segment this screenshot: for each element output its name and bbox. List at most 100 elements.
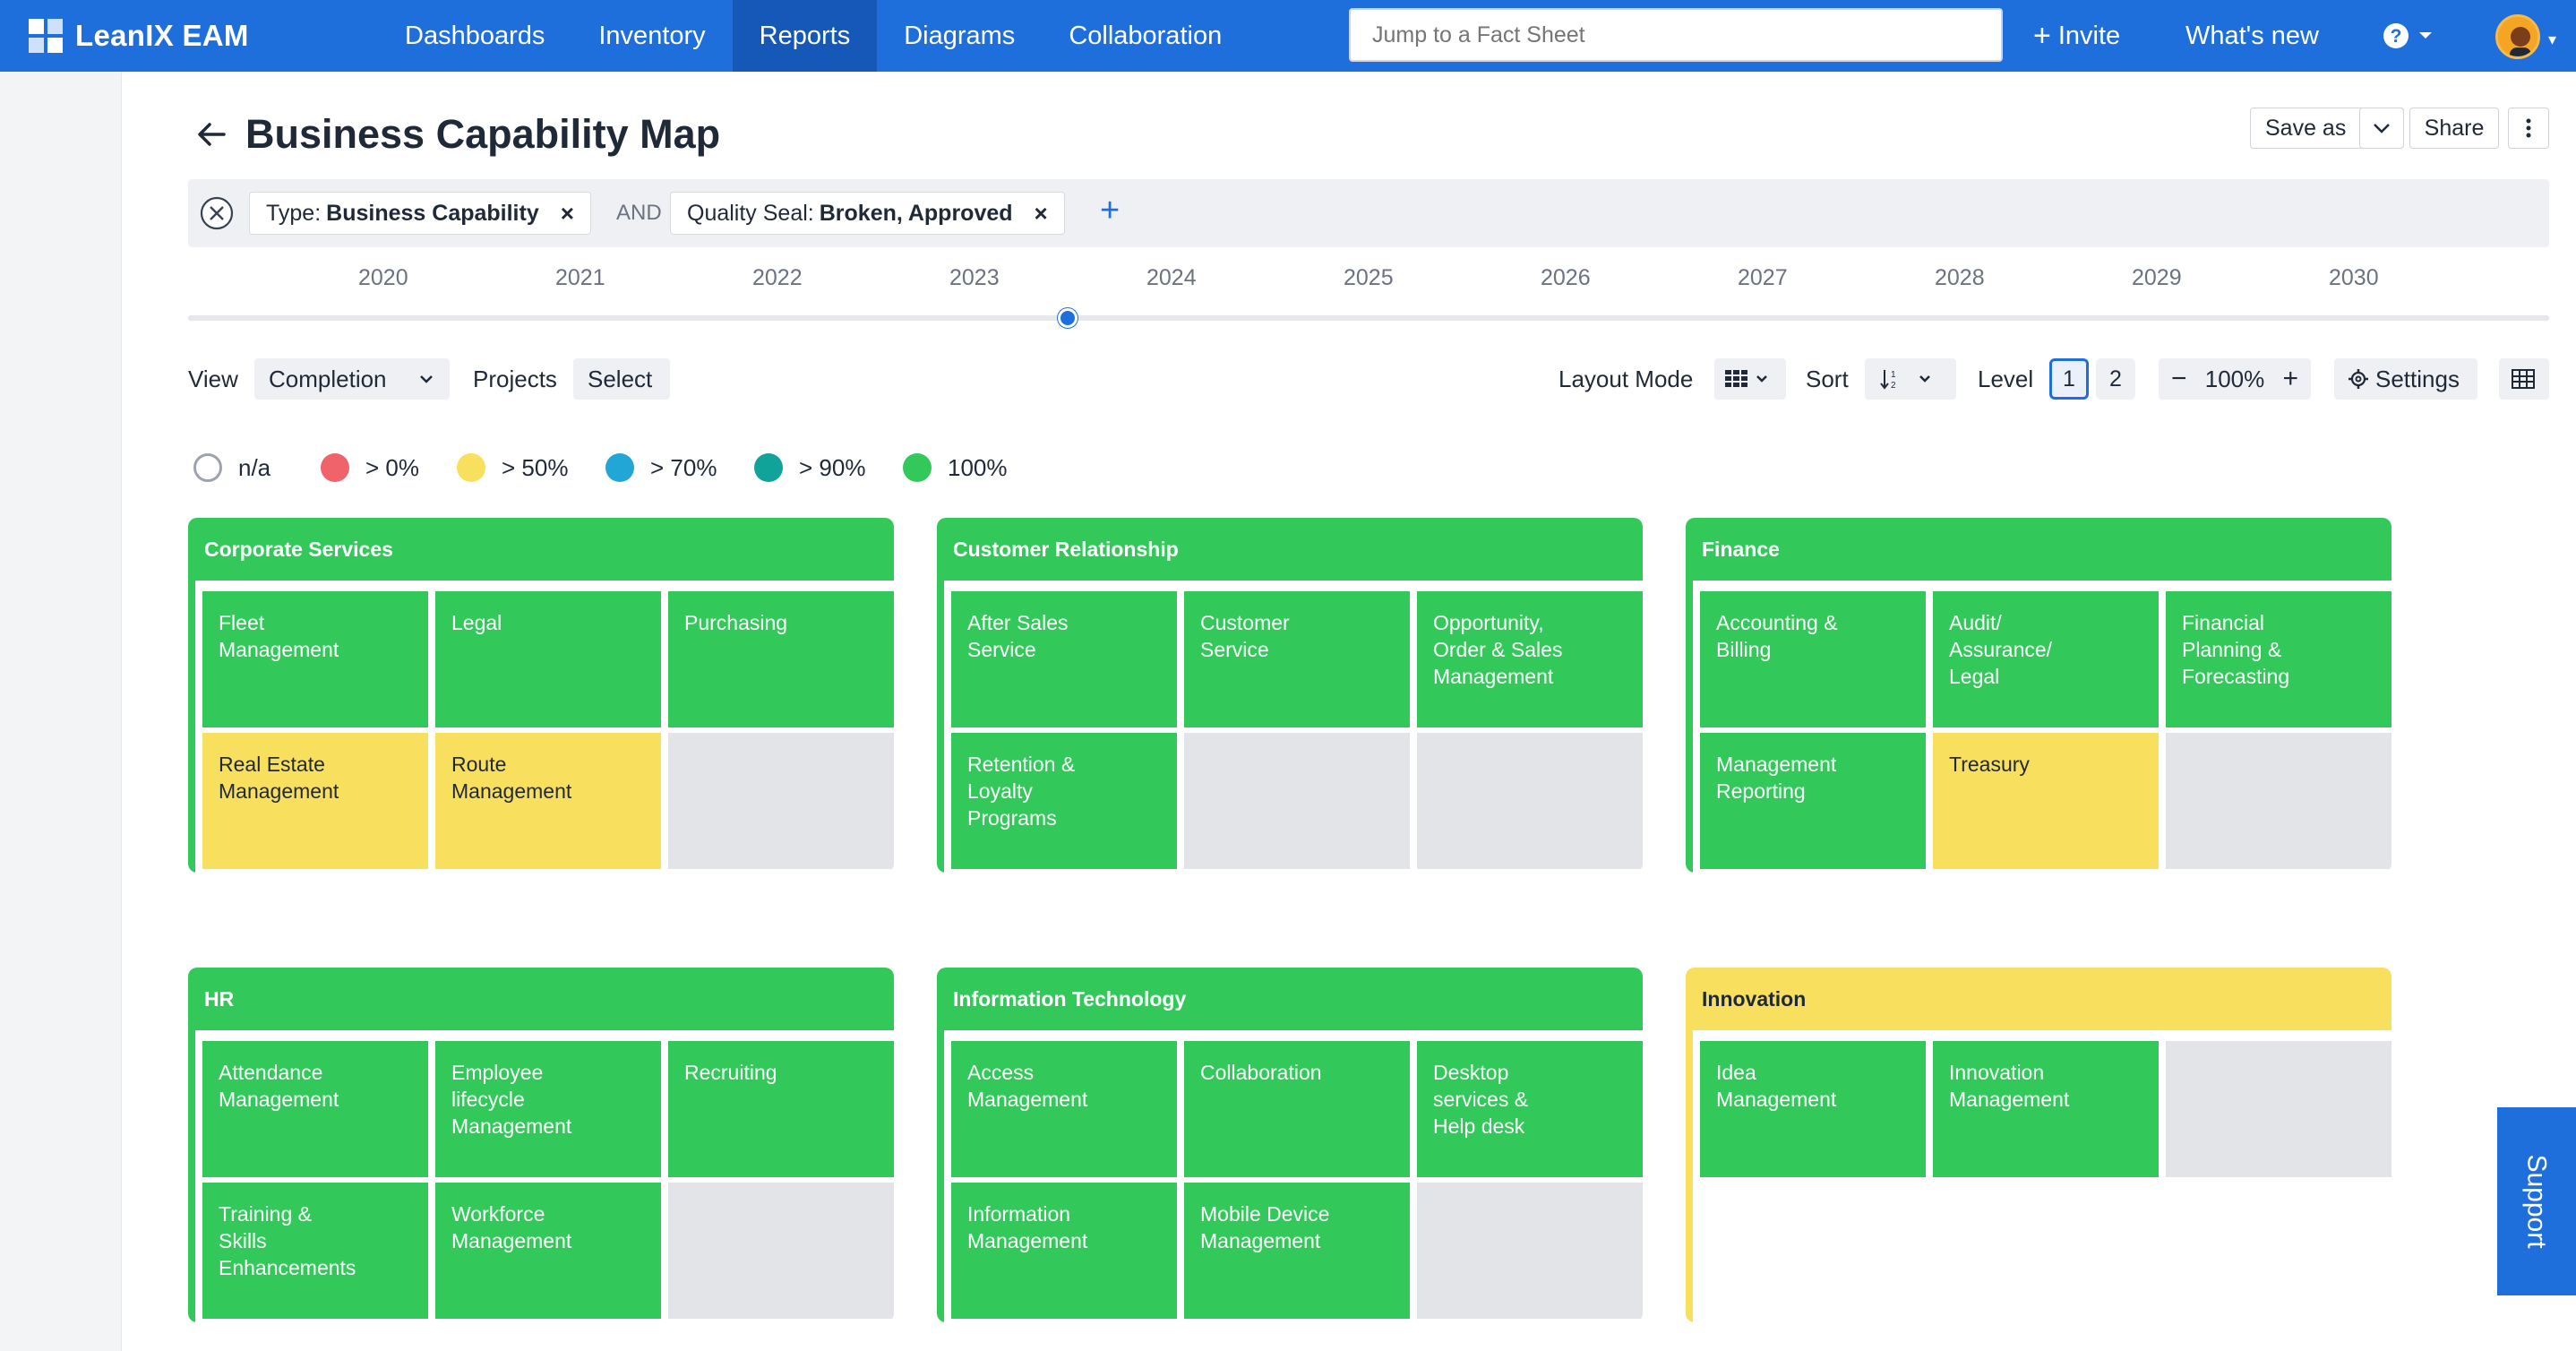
- capability-group[interactable]: Customer Relationship After Sales Service…: [937, 518, 1643, 873]
- chevron-down-icon: [1756, 375, 1767, 383]
- timeline-year[interactable]: 2020: [358, 265, 408, 291]
- timeline-handle[interactable]: [1058, 308, 1078, 328]
- legend-swatch: [193, 453, 222, 482]
- capability-group[interactable]: Innovation Idea Management Innovation Mana…: [1686, 968, 2391, 1322]
- capability-group[interactable]: HR Attendance Management Employee lifecycl…: [188, 968, 894, 1322]
- add-filter-icon[interactable]: +: [1100, 192, 1120, 230]
- view-select-value: Completion: [269, 365, 387, 392]
- nav-dashboards[interactable]: Dashboards: [378, 0, 571, 72]
- capability-cell[interactable]: Treasury: [1933, 733, 2159, 869]
- capability-cell[interactable]: After Sales Service: [951, 591, 1177, 727]
- timeline-year[interactable]: 2027: [1738, 265, 1788, 291]
- capability-cell[interactable]: Audit/ Assurance/ Legal: [1933, 591, 2159, 727]
- filter-chip-type[interactable]: Type: Business Capability ×: [249, 192, 591, 235]
- legend-item: 100%: [903, 453, 1008, 482]
- capability-cell[interactable]: Financial Planning & Forecasting: [2166, 591, 2391, 727]
- capability-group-title[interactable]: Finance: [1686, 518, 2391, 581]
- capability-cell[interactable]: Innovation Management: [1933, 1041, 2159, 1177]
- capability-cell[interactable]: Collaboration: [1184, 1041, 1410, 1177]
- level-2-button[interactable]: 2: [2096, 358, 2135, 400]
- nav-inventory[interactable]: Inventory: [571, 0, 732, 72]
- timeline-year[interactable]: 2029: [2132, 265, 2182, 291]
- capability-group[interactable]: Information Technology Access Management C…: [937, 968, 1643, 1322]
- legend-label: > 0%: [365, 453, 419, 481]
- timeline-year[interactable]: 2021: [555, 265, 605, 291]
- capability-cell[interactable]: Employee lifecycle Management: [435, 1041, 661, 1177]
- remove-filter-icon[interactable]: ×: [1035, 200, 1048, 228]
- nav-collaboration[interactable]: Collaboration: [1042, 0, 1249, 72]
- nav-reports[interactable]: Reports: [732, 0, 878, 72]
- avatar-caret-icon[interactable]: ▾: [2548, 30, 2556, 49]
- filter-chip-quality-seal[interactable]: Quality Seal: Broken, Approved ×: [670, 192, 1065, 235]
- capability-cell[interactable]: Access Management: [951, 1041, 1177, 1177]
- timeline-year[interactable]: 2024: [1146, 265, 1197, 291]
- brand[interactable]: LeanIX EAM: [29, 19, 378, 53]
- sort-label: Sort: [1806, 366, 1849, 392]
- capability-cell[interactable]: Legal: [435, 591, 661, 727]
- sort-order-icon: 12: [1880, 370, 1896, 391]
- capability-cell[interactable]: Real Estate Management: [202, 733, 428, 869]
- capability-group-title[interactable]: HR: [188, 968, 894, 1030]
- capability-group-title[interactable]: Corporate Services: [188, 518, 894, 581]
- whats-new-button[interactable]: What's new: [2185, 0, 2319, 72]
- capability-cell[interactable]: Training & Skills Enhancements: [202, 1183, 428, 1319]
- table-view-button[interactable]: [2499, 358, 2549, 400]
- capability-cell[interactable]: Customer Service: [1184, 591, 1410, 727]
- support-label: Support: [2522, 1154, 2553, 1249]
- capability-cell[interactable]: Fleet Management: [202, 591, 428, 727]
- timeline-year[interactable]: 2023: [949, 265, 1000, 291]
- capability-cell[interactable]: Idea Management: [1700, 1041, 1926, 1177]
- back-arrow-icon[interactable]: [193, 116, 229, 152]
- save-as-dropdown-button[interactable]: [2359, 108, 2404, 149]
- capability-cell[interactable]: Route Management: [435, 733, 661, 869]
- layout-mode-select[interactable]: [1714, 358, 1786, 400]
- remove-filter-icon[interactable]: ×: [561, 200, 574, 228]
- user-avatar[interactable]: [2495, 14, 2540, 59]
- capability-cell[interactable]: Retention & Loyalty Programs: [951, 733, 1177, 869]
- nav-diagrams[interactable]: Diagrams: [877, 0, 1042, 72]
- capability-group[interactable]: Corporate Services Fleet Management Legal P…: [188, 518, 894, 873]
- capability-cell[interactable]: Purchasing: [668, 591, 894, 727]
- capability-cell[interactable]: Information Management: [951, 1183, 1177, 1319]
- level-1-button[interactable]: 1: [2049, 358, 2089, 400]
- timeline-year[interactable]: 2025: [1344, 265, 1394, 291]
- capability-cell[interactable]: Attendance Management: [202, 1041, 428, 1177]
- capability-cell[interactable]: Mobile Device Management: [1184, 1183, 1410, 1319]
- view-select[interactable]: Completion: [254, 358, 450, 400]
- invite-button[interactable]: + Invite: [2033, 0, 2120, 72]
- capability-group-title[interactable]: Customer Relationship: [937, 518, 1643, 581]
- capability-cell[interactable]: Recruiting: [668, 1041, 894, 1177]
- legend-swatch: [321, 453, 349, 482]
- timeline-year[interactable]: 2026: [1541, 265, 1591, 291]
- sort-select[interactable]: 12: [1865, 358, 1956, 400]
- zoom-in-icon[interactable]: +: [2282, 364, 2298, 394]
- capability-cell[interactable]: Workforce Management: [435, 1183, 661, 1319]
- clear-filters-icon[interactable]: [199, 195, 235, 231]
- group-status-stripe: [1686, 1030, 1693, 1322]
- capability-cell[interactable]: Management Reporting: [1700, 733, 1926, 869]
- group-status-stripe: [937, 581, 944, 873]
- timeline-track[interactable]: [188, 315, 2549, 321]
- capability-group-title[interactable]: Innovation: [1686, 968, 2391, 1030]
- capability-cell[interactable]: Opportunity, Order & Sales Management: [1417, 591, 1643, 727]
- share-button[interactable]: Share: [2409, 108, 2499, 149]
- capability-cell[interactable]: Accounting & Billing: [1700, 591, 1926, 727]
- more-options-button[interactable]: [2508, 108, 2549, 149]
- timeline-year[interactable]: 2028: [1935, 265, 1985, 291]
- settings-label: Settings: [2375, 365, 2460, 392]
- help-menu-button[interactable]: ?: [2383, 0, 2433, 72]
- legend-label: > 70%: [650, 453, 717, 481]
- projects-select[interactable]: Select: [573, 358, 670, 400]
- fact-sheet-search-input[interactable]: [1349, 8, 2003, 62]
- settings-button[interactable]: Settings: [2334, 358, 2477, 400]
- capability-group-title[interactable]: Information Technology: [937, 968, 1643, 1030]
- view-label: View: [188, 366, 238, 392]
- timeline-year[interactable]: 2022: [752, 265, 803, 291]
- support-tab[interactable]: Support: [2497, 1107, 2576, 1295]
- capability-cell[interactable]: Desktop services & Help desk: [1417, 1041, 1643, 1177]
- capability-group[interactable]: Finance Accounting & Billing Audit/ Assura…: [1686, 518, 2391, 873]
- timeline-year[interactable]: 2030: [2329, 265, 2379, 291]
- caret-down-icon: [2419, 32, 2432, 39]
- filter-chip-key: Quality Seal:: [687, 200, 814, 226]
- zoom-out-icon[interactable]: −: [2171, 364, 2187, 394]
